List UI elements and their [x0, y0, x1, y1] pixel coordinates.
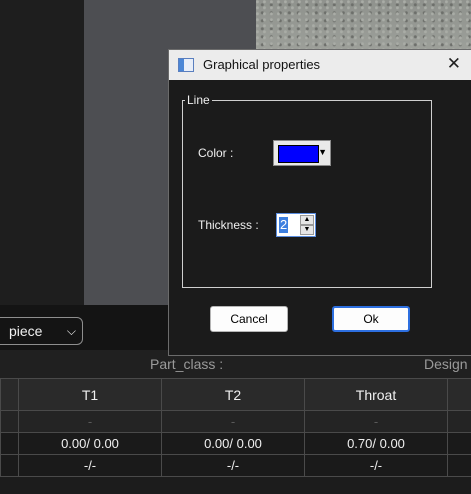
graphical-properties-dialog: Graphical properties ✕ Line Color : ▼ Th… — [168, 49, 471, 356]
dialog-title: Graphical properties — [203, 57, 321, 72]
table-cell — [447, 432, 471, 455]
table-row[interactable]: -/- -/- -/- — [0, 454, 471, 477]
results-table: T1 T2 Throat - - - 0.00/ 0.00 0.00/ 0.00… — [0, 378, 471, 477]
table-row[interactable]: 0.00/ 0.00 0.00/ 0.00 0.70/ 0.00 — [0, 432, 471, 455]
chevron-down-icon: ▼ — [318, 147, 327, 157]
chevron-down-icon: ⌵ — [66, 324, 76, 338]
table-cell: 0.00/ 0.00 — [18, 432, 162, 455]
color-picker[interactable]: ▼ — [273, 140, 331, 166]
table-cell: - — [18, 410, 162, 433]
table-row[interactable]: - - - — [0, 410, 471, 433]
table-cell — [447, 410, 471, 433]
design-label: Design — [424, 356, 468, 372]
column-header-t2[interactable]: T2 — [161, 378, 305, 411]
line-groupbox — [182, 100, 432, 288]
thickness-stepper[interactable]: 2 ▲ ▼ — [276, 213, 316, 237]
close-button[interactable]: ✕ — [447, 54, 461, 74]
view-select-value: piece — [9, 323, 43, 339]
table-header-row: T1 T2 Throat — [0, 378, 471, 411]
view-select[interactable]: piece ⌵ — [0, 317, 83, 345]
table-cell: 0.70/ 0.00 — [304, 432, 448, 455]
column-header-throat[interactable]: Throat — [304, 378, 448, 411]
color-label: Color : — [198, 146, 234, 160]
table-cell: - — [161, 410, 305, 433]
table-cell — [0, 454, 19, 477]
table-cell: -/- — [161, 454, 305, 477]
spin-down-icon[interactable]: ▼ — [300, 225, 314, 235]
window-icon — [178, 58, 194, 72]
column-header[interactable] — [447, 378, 471, 411]
color-swatch — [278, 145, 319, 163]
part-class-label: Part_class : — [150, 356, 224, 372]
thickness-value[interactable]: 2 — [279, 217, 289, 233]
table-cell: 0.00/ 0.00 — [161, 432, 305, 455]
table-cell — [0, 410, 19, 433]
column-header[interactable] — [0, 378, 19, 411]
cancel-button[interactable]: Cancel — [210, 306, 288, 332]
table-cell — [0, 432, 19, 455]
thickness-label: Thickness : — [198, 218, 259, 232]
line-group-label: Line — [185, 93, 212, 107]
table-cell: - — [304, 410, 448, 433]
column-header-t1[interactable]: T1 — [18, 378, 162, 411]
table-cell: -/- — [18, 454, 162, 477]
dialog-titlebar[interactable]: Graphical properties ✕ — [169, 50, 471, 80]
spin-up-icon[interactable]: ▲ — [300, 215, 314, 225]
ok-button[interactable]: Ok — [332, 306, 410, 332]
left-panel — [0, 0, 84, 305]
table-cell — [447, 454, 471, 477]
table-cell: -/- — [304, 454, 448, 477]
